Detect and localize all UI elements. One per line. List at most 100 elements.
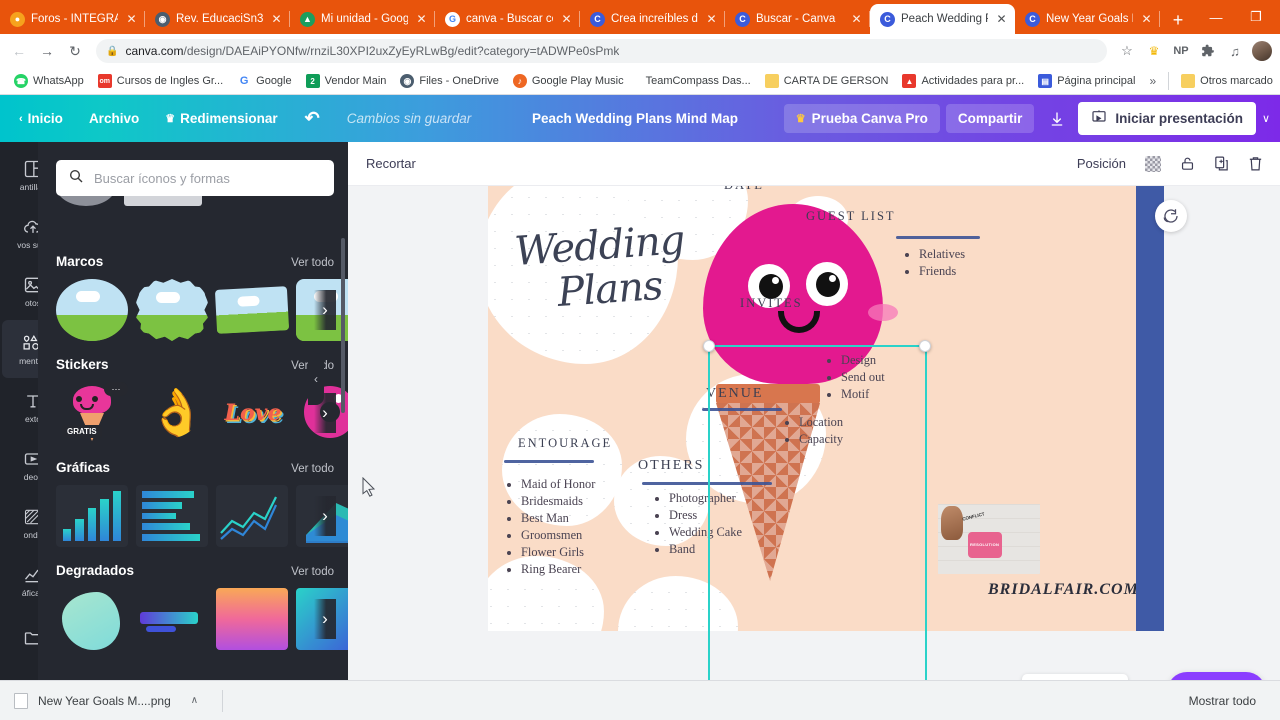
bookmark-item[interactable]: CARTA DE GERSON	[759, 72, 895, 90]
selection-handle-top-right[interactable]	[919, 340, 931, 352]
search-input[interactable]	[94, 170, 322, 186]
bookmark-item[interactable]: G Google	[231, 72, 297, 90]
sticker-hand[interactable]: 👌	[136, 382, 208, 444]
restore-button[interactable]: ❐	[1236, 2, 1276, 32]
bookmark-item[interactable]: TeamCompass Das...	[632, 73, 757, 89]
conflict-resolution-photo[interactable]: RESOLUTION CONFLICT	[938, 504, 1040, 574]
np-extension-icon[interactable]: NP	[1169, 39, 1193, 63]
frame-thumb-scalloped[interactable]	[136, 279, 208, 341]
browser-tab[interactable]: C Buscar - Canva ✕	[725, 4, 870, 34]
sidebar-item-elementos[interactable]: mentos	[2, 320, 38, 378]
see-all-link[interactable]: Ver todo	[291, 463, 334, 475]
puzzle-extension-icon[interactable]	[1196, 39, 1220, 63]
next-arrow-icon[interactable]: ›	[314, 496, 336, 536]
back-button[interactable]: ←	[6, 38, 32, 64]
show-all-downloads-button[interactable]: Mostrar todo	[1189, 694, 1266, 708]
gradient-thumb-blob[interactable]	[56, 588, 128, 650]
bookmark-item[interactable]: ☎ WhatsApp	[8, 72, 90, 90]
browser-tab[interactable]: ▲ Mi unidad - Googl ✕	[290, 4, 435, 34]
bookmark-item[interactable]: ▤ Página principal	[1032, 72, 1141, 90]
bookmarks-overflow-icon[interactable]: »	[1143, 74, 1162, 88]
section-header-marcos: Marcos Ver todo	[56, 254, 334, 269]
minimize-button[interactable]: —	[1196, 2, 1236, 32]
download-item[interactable]: New Year Goals M....png ∧	[14, 692, 198, 709]
browser-tab[interactable]: C Crea increíbles dis ✕	[580, 4, 725, 34]
canvas-viewport[interactable]: Wedding Plans DATE Finalize!	[348, 186, 1280, 720]
gradient-thumb-glitch[interactable]	[216, 588, 288, 650]
next-arrow-icon[interactable]: ›	[314, 599, 336, 639]
bookmark-item[interactable]: ◉ Files - OneDrive	[394, 72, 504, 90]
file-menu-item[interactable]: Archivo	[76, 104, 152, 133]
bookmark-item[interactable]: 2 Vendor Main	[300, 72, 393, 90]
add-comment-icon[interactable]	[1155, 200, 1187, 232]
browser-tab[interactable]: G canva - Buscar con ✕	[435, 4, 580, 34]
see-all-link[interactable]: Ver todo	[291, 566, 334, 578]
browser-tab[interactable]: ◉ Rev. EducaciŚn337 ✕	[145, 4, 290, 34]
browser-tab[interactable]: ● Foros - INTEGRAC ✕	[0, 4, 145, 34]
search-box[interactable]	[56, 160, 334, 196]
tab-close-icon[interactable]: ✕	[704, 12, 719, 27]
other-bookmarks-item[interactable]: Otros marcado	[1175, 72, 1279, 90]
tab-close-icon[interactable]: ✕	[849, 12, 864, 27]
home-chevron-icon: ‹	[19, 112, 23, 125]
gradient-thumb-dash[interactable]	[136, 588, 208, 650]
undo-button[interactable]: ↶	[291, 104, 334, 133]
transparency-icon[interactable]	[1138, 149, 1168, 179]
forward-button[interactable]: →	[34, 38, 60, 64]
bookmark-item[interactable]: ♪ Google Play Music	[507, 72, 630, 90]
crop-button[interactable]: Recortar	[366, 156, 416, 171]
address-bar[interactable]: 🔒 canva.com/design/DAEAiPYONfw/rnziL30XP…	[96, 39, 1107, 63]
tab-close-icon[interactable]: ✕	[559, 12, 574, 27]
tab-close-icon[interactable]: ✕	[269, 12, 284, 27]
bookmark-item[interactable]: ▲ Actividades para pr...	[896, 72, 1030, 90]
browser-tab[interactable]: C New Year Goals Mi ✕	[1015, 4, 1160, 34]
sticker-love[interactable]: Love	[216, 382, 288, 444]
sidebar-item-texto[interactable]: exto	[2, 378, 38, 436]
frame-thumb-rect[interactable]	[214, 286, 290, 334]
selection-handle-top-left[interactable]	[703, 340, 715, 352]
panel-scrollbar[interactable]	[341, 238, 345, 413]
share-button[interactable]: Compartir	[945, 104, 1035, 133]
sidebar-item-archivos-subidos[interactable]: vos su...	[2, 204, 38, 262]
profile-avatar[interactable]	[1250, 39, 1274, 63]
chart-thumb-hbar[interactable]	[136, 485, 208, 547]
tab-close-icon[interactable]: ✕	[124, 12, 139, 27]
download-menu-icon[interactable]: ∧	[181, 695, 198, 706]
see-all-link[interactable]: Ver todo	[291, 257, 334, 269]
duplicate-icon[interactable]	[1206, 149, 1236, 179]
panel-collapse-button[interactable]: ‹	[308, 353, 324, 405]
sidebar-item-carpetas[interactable]	[2, 610, 38, 668]
sidebar-item-fotos[interactable]: otos	[2, 262, 38, 320]
new-tab-button[interactable]: +	[1164, 6, 1192, 34]
resize-menu-item[interactable]: ♛ Redimensionar	[152, 104, 290, 133]
lock-icon[interactable]	[1172, 149, 1202, 179]
browser-tab-active[interactable]: C Peach Wedding Pl ✕	[870, 4, 1015, 34]
home-menu-item[interactable]: ‹ Inicio	[6, 104, 76, 133]
sticker-icecream[interactable]: ⋯ GRATIS	[56, 382, 128, 444]
sidebar-item-graficas[interactable]: áficas	[2, 552, 38, 610]
chart-thumb-bar[interactable]	[56, 485, 128, 547]
tab-favicon: C	[735, 11, 750, 27]
next-arrow-icon[interactable]: ›	[314, 290, 336, 330]
download-button[interactable]	[1040, 103, 1074, 135]
bookmark-item[interactable]: om Cursos de Ingles Gr...	[92, 72, 229, 90]
frame-thumb-circle[interactable]	[56, 279, 128, 341]
design-title: Wedding Plans	[513, 217, 689, 318]
tab-close-icon[interactable]: ✕	[414, 12, 429, 27]
reload-button[interactable]: ↻	[62, 38, 88, 64]
sidebar-item-videos[interactable]: deos	[2, 436, 38, 494]
tab-close-icon[interactable]: ✕	[994, 12, 1009, 27]
start-presentation-button[interactable]: Iniciar presentación	[1078, 102, 1256, 135]
position-button[interactable]: Posición	[1069, 156, 1134, 171]
chart-thumb-line[interactable]	[216, 485, 288, 547]
document-title[interactable]: Peach Wedding Plans Mind Map	[532, 111, 748, 126]
sidebar-item-plantillas[interactable]: antillas	[2, 146, 38, 204]
crown-extension-icon[interactable]: ♛	[1142, 39, 1166, 63]
try-canva-pro-button[interactable]: ♛ Prueba Canva Pro	[783, 104, 940, 133]
music-extension-icon[interactable]: ♫	[1223, 39, 1247, 63]
present-dropdown-icon[interactable]: ∨	[1256, 112, 1276, 125]
bookmark-star-icon[interactable]: ☆	[1115, 39, 1139, 63]
delete-icon[interactable]	[1240, 149, 1270, 179]
tab-close-icon[interactable]: ✕	[1139, 12, 1154, 27]
sidebar-item-fondo[interactable]: ondo	[2, 494, 38, 552]
